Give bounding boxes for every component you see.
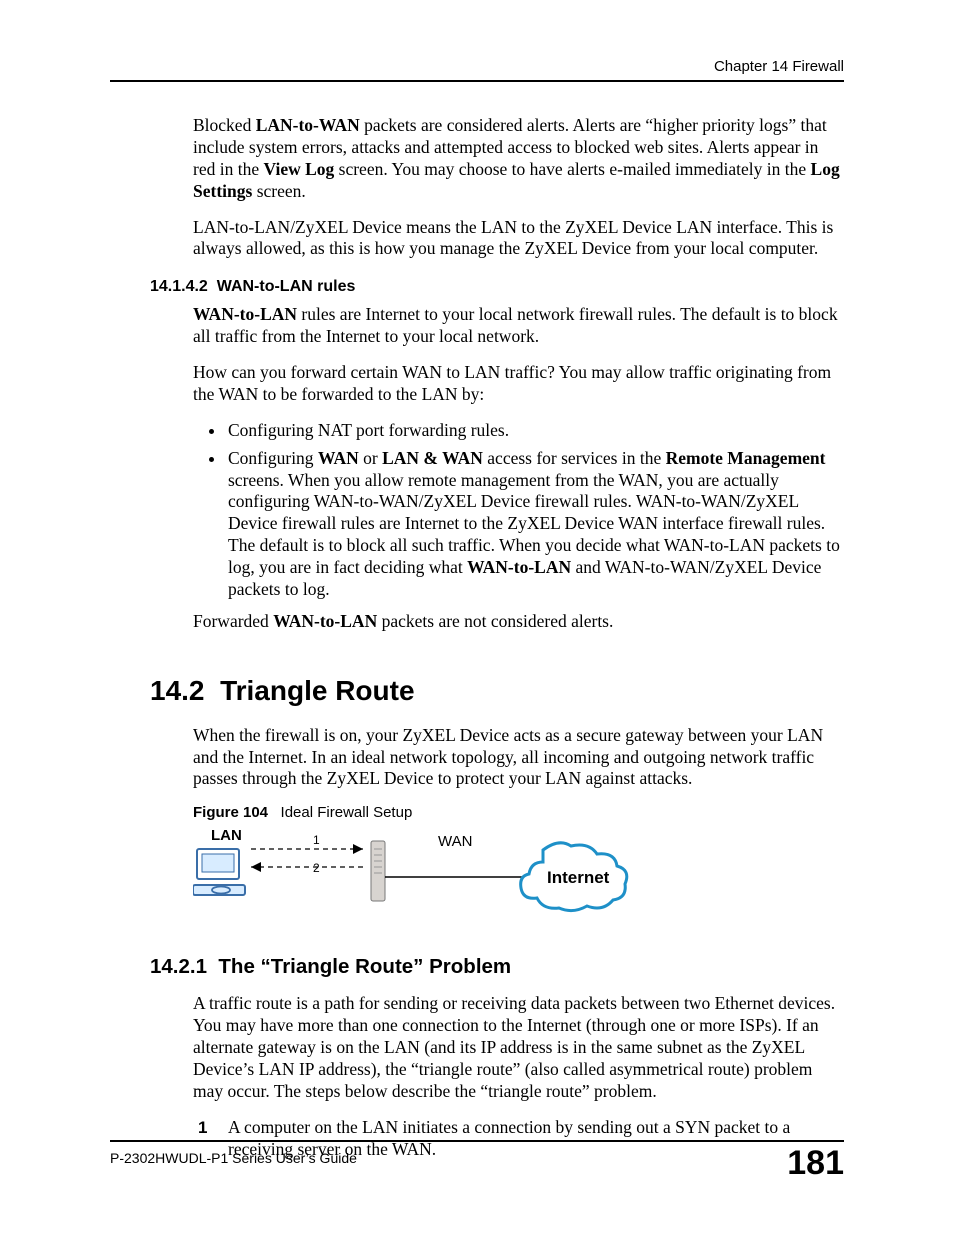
text: Blocked	[193, 115, 256, 135]
page-content: Blocked LAN-to-WAN packets are considere…	[150, 115, 844, 1170]
page-footer: P-2302HWUDL-P1 Series User’s Guide 181	[110, 1140, 844, 1180]
section-number: 14.2	[150, 675, 205, 706]
bold: WAN-to-LAN	[273, 611, 377, 631]
figure-label-lan: LAN	[211, 827, 242, 844]
paragraph-forwarded-not-alerts: Forwarded WAN-to-LAN packets are not con…	[193, 611, 844, 633]
text: Configuring	[228, 448, 318, 468]
section-number: 14.1.4.2	[150, 278, 208, 295]
paragraph-triangle-intro: When the firewall is on, your ZyXEL Devi…	[193, 725, 844, 791]
figure-caption: Figure 104 Ideal Firewall Setup	[193, 804, 844, 821]
text: Forwarded	[193, 611, 273, 631]
footer-guide-name: P-2302HWUDL-P1 Series User’s Guide	[110, 1150, 357, 1166]
text: access for services in the	[483, 448, 666, 468]
text: screen. You may choose to have alerts e-…	[334, 159, 810, 179]
heading-14-1-4-2: 14.1.4.2 WAN-to-LAN rules	[150, 278, 844, 296]
bullet-item: Configuring WAN or LAN & WAN access for …	[226, 448, 844, 601]
text: packets are not considered alerts.	[377, 611, 613, 631]
bullet-list: Configuring NAT port forwarding rules. C…	[193, 420, 844, 601]
heading-14-2-1: 14.2.1 The “Triangle Route” Problem	[150, 955, 844, 979]
figure-label-wan: WAN	[438, 833, 472, 850]
text: or	[359, 448, 382, 468]
step-marker: 1	[198, 1117, 207, 1138]
section-title: Triangle Route	[220, 675, 414, 706]
text: screen.	[252, 181, 305, 201]
figure-label-internet: Internet	[547, 868, 609, 888]
paragraph-wan-to-lan-rules: WAN-to-LAN rules are Internet to your lo…	[193, 304, 844, 348]
figure-title: Ideal Firewall Setup	[281, 804, 413, 821]
paragraph-forward-question: How can you forward certain WAN to LAN t…	[193, 362, 844, 406]
bullet-item: Configuring NAT port forwarding rules.	[226, 420, 844, 442]
paragraph-blocked-lan-to-wan: Blocked LAN-to-WAN packets are considere…	[193, 115, 844, 203]
bold: LAN-to-WAN	[256, 115, 360, 135]
footer-rule	[110, 1140, 844, 1142]
section-title: WAN-to-LAN rules	[217, 278, 356, 295]
bold: WAN	[318, 448, 359, 468]
paragraph-traffic-route: A traffic route is a path for sending or…	[193, 993, 844, 1102]
figure-label-2: 2	[313, 861, 320, 875]
bold: WAN-to-LAN	[467, 557, 571, 577]
bold: LAN & WAN	[382, 448, 483, 468]
header-rule	[110, 80, 844, 82]
figure-ideal-firewall-setup: LAN WAN 1 2 Internet	[193, 827, 663, 925]
bold: WAN-to-LAN	[193, 304, 297, 324]
bold: View Log	[263, 159, 334, 179]
section-number: 14.2.1	[150, 955, 207, 978]
running-header: Chapter 14 Firewall	[714, 58, 844, 75]
section-title: The “Triangle Route” Problem	[218, 955, 511, 978]
page-number: 181	[787, 1146, 844, 1180]
figure-label-1: 1	[313, 833, 320, 847]
figure-label: Figure 104	[193, 804, 268, 821]
heading-14-2: 14.2 Triangle Route	[150, 675, 844, 707]
paragraph-lan-to-lan: LAN-to-LAN/ZyXEL Device means the LAN to…	[193, 217, 844, 261]
bold: Remote Management	[666, 448, 826, 468]
